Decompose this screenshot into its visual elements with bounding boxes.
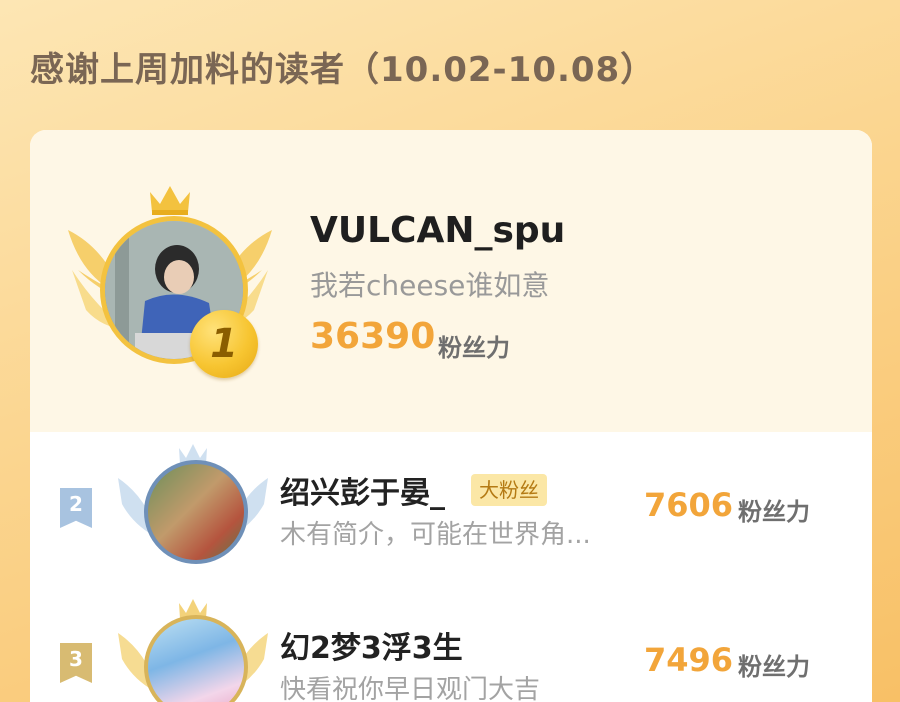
user-score: 7606: [644, 486, 734, 524]
user-bio: 木有简介，可能在世界角...: [280, 520, 591, 550]
status-badge: 大粉丝: [471, 474, 547, 506]
rank-badge: 2: [60, 488, 92, 528]
list-item[interactable]: 3 幻2梦3浮3生 快看祝你早日观门大吉 7496 粉丝力: [30, 585, 872, 702]
champion-score: 36390: [310, 316, 436, 357]
crown-icon: [150, 186, 190, 215]
user-name[interactable]: 幻2梦3浮3生: [280, 623, 463, 667]
score-unit: 粉丝力: [738, 498, 810, 526]
user-score: 7496: [644, 641, 734, 679]
champion-bio: 我若cheese谁如意: [310, 269, 550, 302]
rank-badge: 3: [60, 643, 92, 683]
champion-entry[interactable]: 1 VULCAN_spu 我若cheese谁如意 36390 粉丝力: [30, 130, 872, 432]
avatar[interactable]: [144, 460, 248, 564]
champion-score-unit: 粉丝力: [438, 334, 510, 362]
champion-name[interactable]: VULCAN_spu: [310, 210, 565, 251]
user-bio: 快看祝你早日观门大吉: [280, 675, 541, 702]
page-title: 感谢上周加料的读者（10.02-10.08）: [30, 50, 656, 90]
leaderboard-card: 1 VULCAN_spu 我若cheese谁如意 36390 粉丝力 2 绍兴彭…: [30, 130, 872, 702]
user-name[interactable]: 绍兴彭于晏_: [280, 468, 445, 512]
rank-1-medal: 1: [190, 310, 258, 378]
score-unit: 粉丝力: [738, 653, 810, 681]
list-item[interactable]: 2 绍兴彭于晏_ 大粉丝 木有简介，可能在世界角... 7606 粉丝力: [30, 430, 872, 580]
